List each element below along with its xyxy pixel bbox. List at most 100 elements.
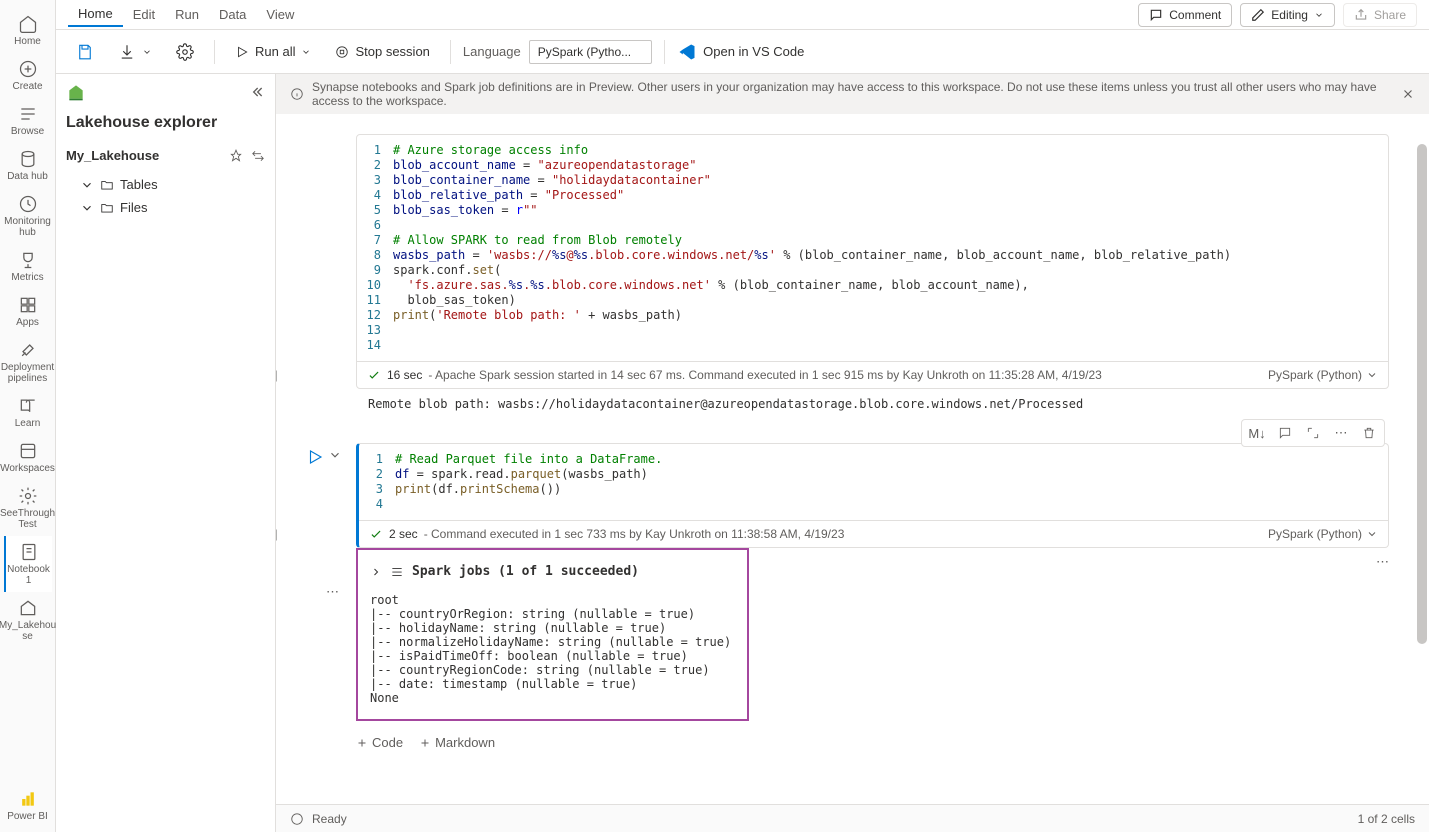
chevron-down-icon[interactable] bbox=[1366, 369, 1378, 381]
book-icon bbox=[18, 396, 38, 416]
comment-button[interactable]: Comment bbox=[1138, 3, 1232, 27]
menu-data[interactable]: Data bbox=[209, 3, 256, 26]
apps-icon bbox=[18, 295, 38, 315]
share-icon bbox=[1354, 8, 1368, 22]
home-icon bbox=[18, 14, 38, 34]
play-icon[interactable] bbox=[306, 448, 324, 466]
download-icon bbox=[118, 43, 136, 61]
menu-edit[interactable]: Edit bbox=[123, 3, 165, 26]
rail-apps[interactable]: Apps bbox=[4, 289, 52, 334]
comment-icon bbox=[1149, 8, 1163, 22]
cell-1-status: [1] 16 sec - Apache Spark session starte… bbox=[357, 361, 1388, 388]
add-markdown-cell-button[interactable]: Markdown bbox=[419, 735, 495, 750]
rail-browse[interactable]: Browse bbox=[4, 98, 52, 143]
comment-icon bbox=[1278, 426, 1292, 440]
close-icon[interactable] bbox=[1401, 87, 1415, 101]
chevron-down-icon[interactable] bbox=[328, 448, 342, 462]
browse-icon bbox=[18, 104, 38, 124]
powerbi-icon bbox=[18, 789, 38, 809]
gear-icon bbox=[176, 43, 194, 61]
rail-notebook1[interactable]: Notebook 1 bbox=[4, 536, 52, 592]
chevron-down-icon bbox=[1314, 10, 1324, 20]
convert-markdown-button[interactable]: M↓ bbox=[1244, 422, 1270, 444]
notebook-area: 1234567891011121314 # Azure storage acce… bbox=[276, 114, 1429, 804]
status-ready-icon bbox=[290, 812, 304, 826]
menu-view[interactable]: View bbox=[256, 3, 304, 26]
toolbar: Run all Stop session Language PySpark (P… bbox=[56, 30, 1429, 74]
tree-tables[interactable]: Tables bbox=[66, 173, 265, 196]
plus-icon bbox=[356, 737, 368, 749]
datahub-icon bbox=[18, 149, 38, 169]
settings-button[interactable] bbox=[168, 39, 202, 65]
output-ellipsis[interactable]: ⋯ bbox=[326, 584, 339, 600]
chevron-down-icon[interactable] bbox=[1366, 528, 1378, 540]
save-button[interactable] bbox=[68, 39, 102, 65]
chevron-down-icon bbox=[142, 47, 152, 57]
rail-seethrough[interactable]: SeeThrough Test bbox=[4, 480, 52, 536]
language-select[interactable]: PySpark (Pytho... bbox=[529, 40, 652, 64]
cell-2-output: Spark jobs (1 of 1 succeeded) root |-- c… bbox=[356, 548, 749, 721]
menu-home[interactable]: Home bbox=[68, 2, 123, 27]
menu-run[interactable]: Run bbox=[165, 3, 209, 26]
cell-count: 1 of 2 cells bbox=[1358, 812, 1415, 826]
more-cell-button[interactable]: ⋯ bbox=[1328, 422, 1354, 444]
rail-powerbi[interactable]: Power BI bbox=[4, 783, 52, 832]
left-nav-rail: Home Create Browse Data hub Monitoring h… bbox=[0, 0, 56, 832]
pencil-icon bbox=[1251, 8, 1265, 22]
lakehouse-icon bbox=[18, 598, 38, 618]
monitor-icon bbox=[18, 194, 38, 214]
add-cell-row: Code Markdown bbox=[356, 729, 1389, 756]
editing-button[interactable]: Editing bbox=[1240, 3, 1335, 27]
lakehouse-name-row[interactable]: My_Lakehouse bbox=[56, 142, 275, 169]
vscode-icon bbox=[677, 42, 697, 62]
rail-create[interactable]: Create bbox=[4, 53, 52, 98]
workspaces-icon bbox=[18, 441, 38, 461]
gear-icon bbox=[18, 486, 38, 506]
rail-mylakehouse[interactable]: My_Lakehou se bbox=[4, 592, 52, 648]
delete-cell-button[interactable] bbox=[1356, 422, 1382, 444]
lakehouse-panel-icon bbox=[66, 82, 86, 102]
add-code-cell-button[interactable]: Code bbox=[356, 735, 403, 750]
cell-1-output: Remote blob path: wasbs://holidaydatacon… bbox=[356, 389, 1389, 419]
swap-icon[interactable] bbox=[251, 149, 265, 163]
check-icon bbox=[367, 368, 381, 382]
code-cell-1: 1234567891011121314 # Azure storage acce… bbox=[296, 134, 1389, 419]
rail-pipelines[interactable]: Deployment pipelines bbox=[4, 334, 52, 390]
pin-icon[interactable] bbox=[229, 149, 243, 163]
expand-cell-button[interactable] bbox=[1300, 422, 1326, 444]
cell-2-status: [2] 2 sec - Command executed in 1 sec 73… bbox=[359, 520, 1388, 547]
plus-circle-icon bbox=[18, 59, 38, 79]
rocket-icon bbox=[18, 340, 38, 360]
open-vscode-button[interactable]: Open in VS Code bbox=[677, 42, 804, 62]
code-cell-2: M↓ ⋯ 1234 # Read Parquet file into a Dat… bbox=[296, 443, 1389, 721]
trash-icon bbox=[1362, 426, 1376, 440]
trophy-icon bbox=[18, 250, 38, 270]
status-bar: Ready 1 of 2 cells bbox=[276, 804, 1429, 832]
play-icon bbox=[235, 45, 249, 59]
code-editor-2[interactable]: 1234 # Read Parquet file into a DataFram… bbox=[359, 444, 1388, 520]
comment-cell-button[interactable] bbox=[1272, 422, 1298, 444]
rail-monitoring[interactable]: Monitoring hub bbox=[4, 188, 52, 244]
rail-workspaces[interactable]: Workspaces bbox=[4, 435, 52, 480]
chevron-down-icon bbox=[80, 201, 94, 215]
rail-metrics[interactable]: Metrics bbox=[4, 244, 52, 289]
check-icon bbox=[369, 527, 383, 541]
stop-session-button[interactable]: Stop session bbox=[327, 40, 437, 63]
collapse-panel-icon[interactable] bbox=[249, 84, 265, 100]
rail-home[interactable]: Home bbox=[4, 8, 52, 53]
rail-learn[interactable]: Learn bbox=[4, 390, 52, 435]
share-button[interactable]: Share bbox=[1343, 3, 1417, 27]
output-more-icon[interactable]: ⋯ bbox=[1376, 554, 1389, 570]
download-button[interactable] bbox=[110, 39, 160, 65]
plus-icon bbox=[419, 737, 431, 749]
run-all-button[interactable]: Run all bbox=[227, 40, 319, 63]
info-icon bbox=[290, 87, 304, 101]
code-editor-1[interactable]: 1234567891011121314 # Azure storage acce… bbox=[357, 135, 1388, 361]
language-label: Language bbox=[463, 44, 521, 59]
tree-files[interactable]: Files bbox=[66, 196, 265, 219]
rail-datahub[interactable]: Data hub bbox=[4, 143, 52, 188]
notebook-icon bbox=[19, 542, 39, 562]
spark-jobs-row[interactable]: Spark jobs (1 of 1 succeeded) bbox=[370, 558, 735, 585]
explorer-title: Lakehouse explorer bbox=[56, 110, 275, 142]
scrollbar[interactable] bbox=[1415, 114, 1427, 804]
